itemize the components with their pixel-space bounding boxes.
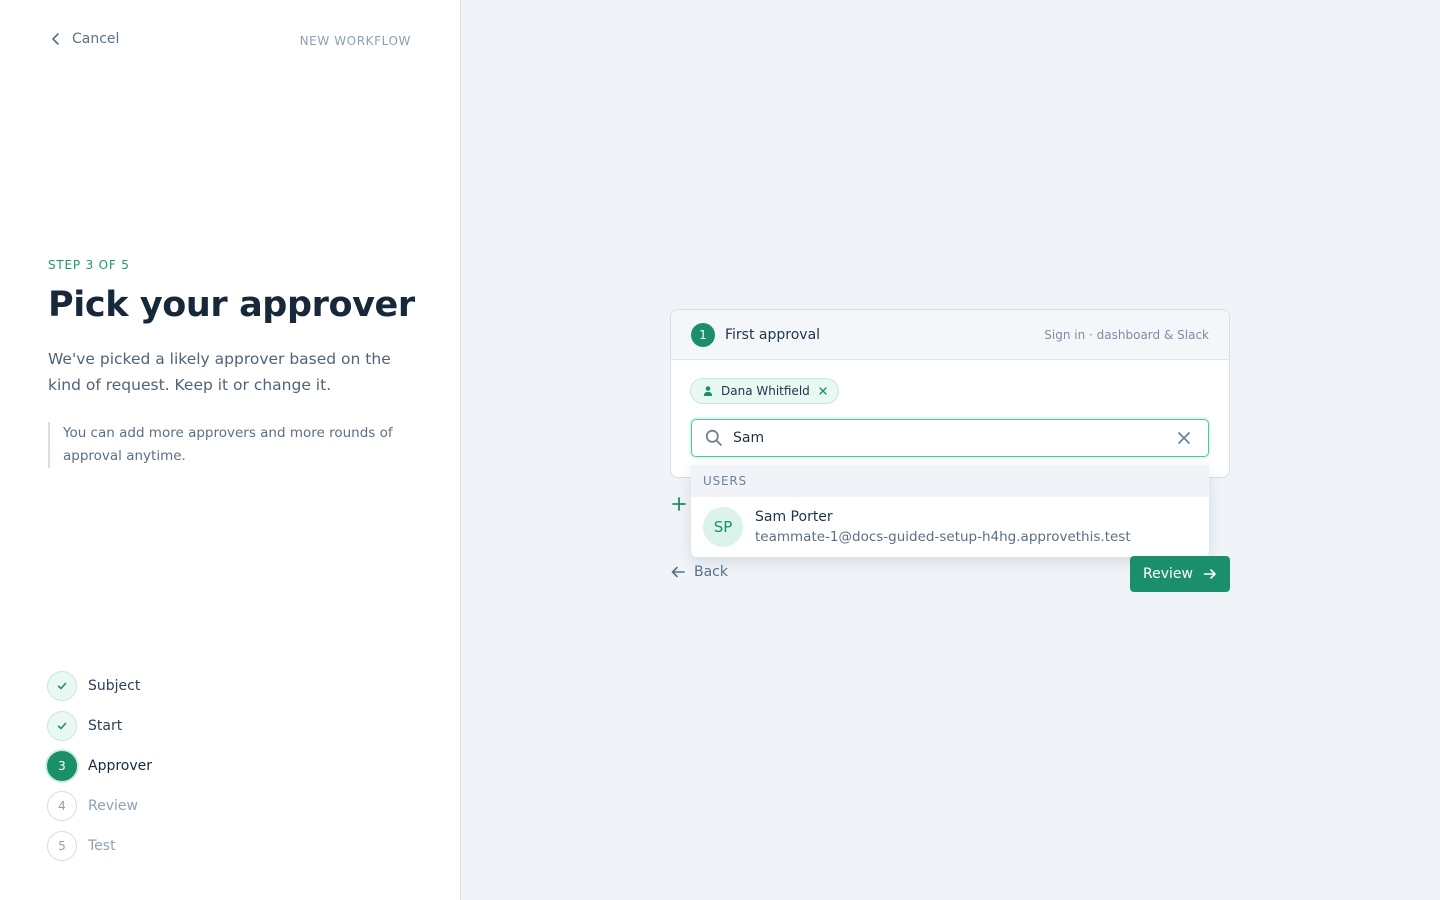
step-label: Start (88, 718, 123, 734)
step-item-test[interactable]: 5 Test (47, 831, 152, 861)
round-number: 1 (691, 322, 715, 347)
step-label: Test (88, 838, 116, 854)
search-results-dropdown: USERS SP Sam Porter teammate-1@docs-guid… (691, 465, 1209, 557)
back-label: Back (694, 564, 728, 580)
back-button[interactable]: Back (670, 564, 728, 580)
approver-name: Dana Whitfield (721, 384, 810, 398)
step-list: Subject Start 3 Approver 4 Review 5 Test (47, 671, 152, 871)
chevron-left-icon (52, 33, 59, 45)
search-input[interactable] (733, 430, 1176, 446)
step-label: Subject (88, 678, 141, 694)
card-subtitle: Sign in · dashboard & Slack (1044, 327, 1209, 342)
card-title: First approval (725, 326, 821, 343)
user-result-item[interactable]: SP Sam Porter teammate-1@docs-guided-set… (691, 497, 1209, 557)
results-section-header: USERS (691, 465, 1209, 497)
context-label: NEW WORKFLOW (299, 34, 411, 48)
plus-icon[interactable] (671, 496, 687, 512)
approver-chip: Dana Whitfield (690, 378, 839, 404)
step-counter: STEP 3 OF 5 (48, 258, 130, 272)
cancel-label: Cancel (72, 31, 120, 47)
approver-search-field[interactable] (691, 419, 1209, 457)
approval-round-card: 1 First approval Sign in · dashboard & S… (670, 309, 1230, 478)
step-status (47, 711, 77, 741)
step-label: Approver (88, 758, 153, 774)
step-label: Review (88, 798, 138, 814)
search-icon (705, 429, 722, 446)
avatar: SP (703, 507, 743, 547)
arrow-left-icon (671, 566, 685, 578)
check-icon (57, 722, 67, 730)
step-item-start[interactable]: Start (47, 711, 152, 741)
step-item-review[interactable]: 4 Review (47, 791, 152, 821)
close-icon[interactable] (1176, 430, 1192, 446)
user-email: teammate-1@docs-guided-setup-h4hg.approv… (755, 529, 1131, 545)
step-status (47, 671, 77, 701)
info-note: You can add more approvers and more roun… (48, 422, 398, 468)
step-item-approver[interactable]: 3 Approver (47, 751, 152, 781)
user-icon (703, 386, 713, 396)
step-number: 3 (47, 751, 77, 781)
setup-panel: Cancel NEW WORKFLOW STEP 3 OF 5 Pick you… (0, 0, 461, 900)
cancel-link[interactable]: Cancel (48, 31, 119, 47)
arrow-right-icon (1203, 569, 1216, 579)
step-number: 4 (47, 791, 77, 821)
step-number: 5 (47, 831, 77, 861)
card-header: 1 First approval Sign in · dashboard & S… (671, 310, 1229, 360)
page-title: Pick your approver (48, 285, 415, 325)
page-description: We've picked a likely approver based on … (48, 350, 391, 394)
check-icon (57, 682, 67, 690)
user-name: Sam Porter (755, 509, 833, 525)
review-label: Review (1143, 566, 1193, 582)
review-button[interactable]: Review (1130, 556, 1230, 592)
step-item-subject[interactable]: Subject (47, 671, 152, 701)
close-icon[interactable] (817, 385, 829, 397)
